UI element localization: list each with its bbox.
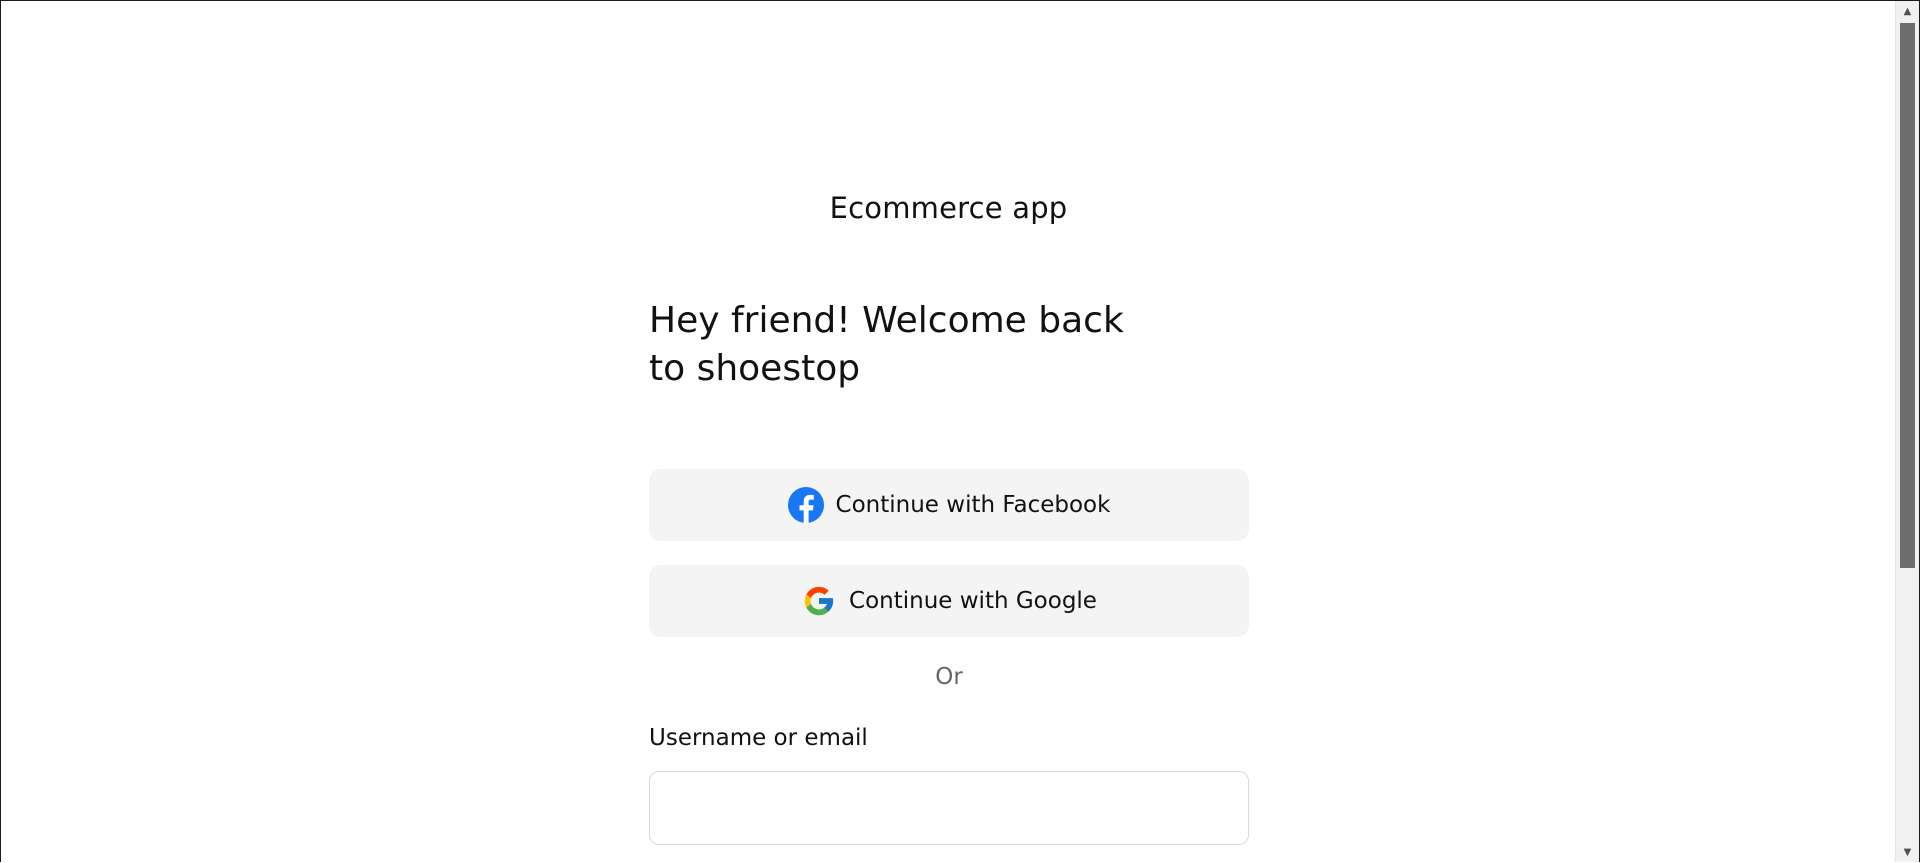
welcome-heading: Hey friend! Welcome back to shoestop bbox=[649, 300, 1124, 389]
google-button-label: Continue with Google bbox=[849, 588, 1097, 614]
login-form: Hey friend! Welcome back to shoestop Con… bbox=[649, 297, 1249, 845]
or-divider: Or bbox=[935, 664, 963, 690]
username-label: Username or email bbox=[649, 725, 868, 751]
scroll-thumb[interactable] bbox=[1900, 23, 1915, 568]
google-icon bbox=[801, 583, 837, 619]
scroll-up-arrow-icon[interactable]: ▲ bbox=[1896, 1, 1919, 21]
app-title: Ecommerce app bbox=[829, 191, 1068, 225]
facebook-icon bbox=[787, 487, 824, 523]
login-page: Ecommerce app Hey friend! Welcome back t… bbox=[1, 1, 1896, 862]
username-input[interactable] bbox=[649, 771, 1249, 845]
scroll-down-arrow-icon[interactable]: ▼ bbox=[1896, 842, 1919, 862]
continue-with-facebook-button[interactable]: Continue with Facebook bbox=[649, 469, 1249, 541]
vertical-scrollbar[interactable]: ▲ ▼ bbox=[1895, 1, 1919, 862]
continue-with-google-button[interactable]: Continue with Google bbox=[649, 565, 1249, 637]
facebook-button-label: Continue with Facebook bbox=[835, 492, 1111, 518]
browser-viewport: Ecommerce app Hey friend! Welcome back t… bbox=[0, 0, 1920, 862]
